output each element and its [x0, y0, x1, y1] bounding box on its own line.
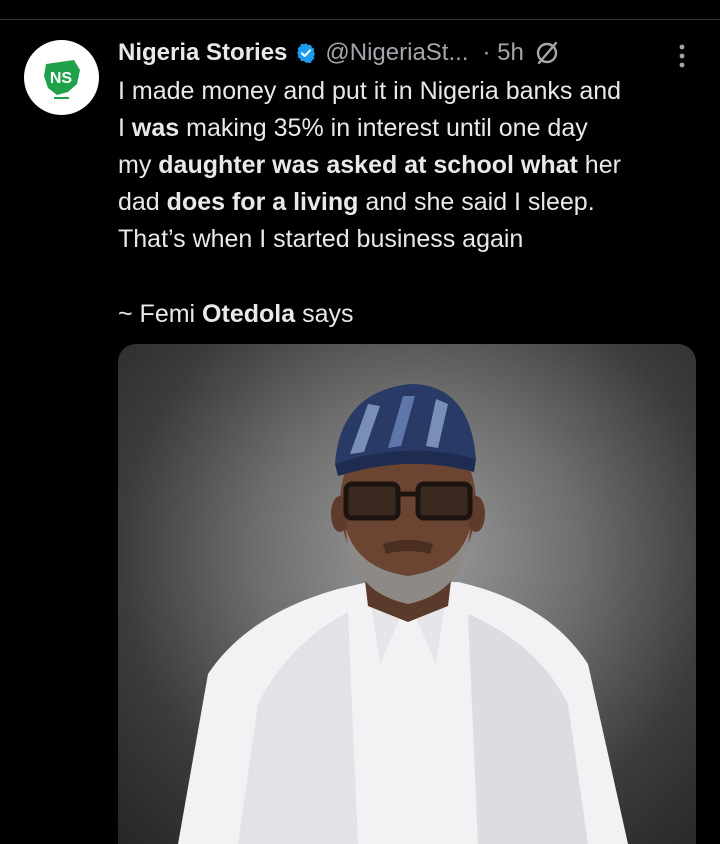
text-segment: her: [577, 151, 621, 179]
tweet-text-line: my daughter was asked at school what her: [118, 147, 708, 184]
text-segment: making 35% in interest until one day: [179, 114, 588, 142]
top-divider: [0, 19, 720, 20]
avatar[interactable]: NS: [24, 40, 99, 115]
muted-circle-slash-icon[interactable]: [534, 40, 560, 66]
tweet-attribution: ~ Femi Otedola says: [118, 296, 353, 333]
text-segment: and she said I sleep.: [358, 188, 595, 216]
author-name[interactable]: Nigeria Stories: [118, 39, 287, 67]
nigeria-stories-logo-icon: NS: [44, 60, 80, 99]
author-handle[interactable]: @NigeriaSt...: [325, 39, 468, 67]
tweet-photo[interactable]: [118, 344, 696, 844]
tweet-text: I made money and put it in Nigeria banks…: [118, 73, 708, 258]
tweet-text-line: That’s when I started business again: [118, 221, 708, 258]
bold-text-segment: was: [131, 114, 180, 142]
tweet-header: Nigeria Stories @NigeriaSt... · 5h: [118, 34, 708, 72]
svg-text:NS: NS: [50, 70, 73, 87]
text-segment: ~ Femi: [118, 300, 203, 328]
verified-badge-icon: [297, 43, 316, 63]
tweet-time[interactable]: · 5h: [482, 39, 523, 67]
bold-text-segment: does for a living: [166, 188, 359, 216]
text-segment: That’s when I started business again: [118, 225, 524, 253]
text-segment: says: [295, 300, 354, 328]
text-segment: I: [118, 114, 132, 142]
text-segment: I made money and put it in Nigeria banks…: [118, 77, 622, 105]
tweet-text-line: I was making 35% in interest until one d…: [118, 110, 708, 147]
text-segment: dad: [118, 188, 167, 216]
portrait-illustration: [178, 384, 628, 844]
text-segment: my: [118, 151, 159, 179]
more-options-icon[interactable]: [676, 42, 688, 72]
tweet-text-line: I made money and put it in Nigeria banks…: [118, 73, 708, 110]
tweet-text-line: dad does for a living and she said I sle…: [118, 184, 708, 221]
bold-text-segment: Otedola: [202, 300, 296, 328]
bold-text-segment: daughter was asked at school what: [158, 151, 578, 179]
